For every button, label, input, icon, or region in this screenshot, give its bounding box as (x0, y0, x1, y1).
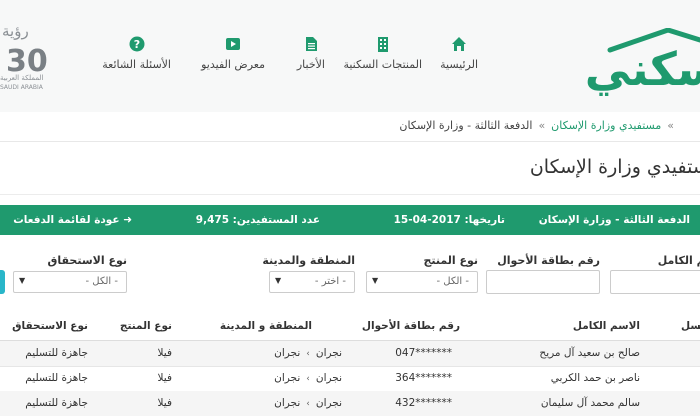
batch-info-bar: الدفعة الثالثة - وزارة الإسكان تاريخها: … (0, 205, 700, 235)
chevron-left-icon: › (306, 349, 310, 359)
column-header-name: الاسم الكامل (572, 320, 640, 332)
cell-name: صالح بن سعيد آل مريح (539, 347, 640, 359)
cell-region-city: نجران › نجران (274, 347, 342, 359)
site-header: سكني الرئيسية المنتجات السكنية الأخبار (0, 0, 700, 112)
batch-name: الدفعة الثالثة - وزارة الإسكان (538, 214, 690, 226)
cell-region-city: نجران › نجران (274, 397, 342, 409)
cell-id: 047******* (395, 347, 452, 359)
cell-eligibility: جاهزة للتسليم (25, 397, 88, 409)
nav-home-label: الرئيسية (440, 58, 478, 71)
cell-region: نجران (315, 372, 342, 384)
region-filter-label: المنطقة والمدينة (262, 254, 355, 267)
nav-news[interactable]: الأخبار (297, 36, 325, 71)
cell-region: نجران (315, 397, 342, 409)
eligibility-filter-label: نوع الاستحقاق (47, 254, 127, 267)
cell-region-city: نجران › نجران (274, 372, 342, 384)
nav-faq[interactable]: ? الأسئلة الشائعة (102, 36, 171, 71)
nav-housing-products[interactable]: المنتجات السكنية (343, 36, 422, 71)
nav-housing-products-label: المنتجات السكنية (343, 58, 422, 71)
title-divider (0, 194, 700, 195)
breadcrumb-beneficiaries-link[interactable]: مستفيدي وزارة الإسكان (551, 119, 661, 132)
batch-date: تاريخها: 2017-04-15 (393, 214, 505, 226)
breadcrumb-separator: » (538, 119, 546, 132)
id-filter-label: رقم بطاقة الأحوال (497, 254, 600, 267)
cell-city: نجران (274, 397, 301, 409)
region-filter-value: - اختر - (314, 276, 346, 287)
chevron-down-icon: ▼ (275, 276, 282, 285)
cell-eligibility: جاهزة للتسليم (25, 372, 88, 384)
chevron-left-icon: › (306, 374, 310, 384)
breadcrumb-bar: » مستفيدي وزارة الإسكان » الدفعة الثالثة - … (0, 112, 700, 142)
cell-region: نجران (315, 347, 342, 359)
column-header-product: نوع المنتج (119, 320, 172, 332)
cell-product: فيلا (157, 347, 172, 359)
vision-saudi-text: SAUDI ARABIA (0, 84, 43, 91)
cell-name: ناصر بن حمد الكربي (550, 372, 640, 384)
play-icon (226, 38, 241, 50)
product-filter-select[interactable]: - الكل - ▼ (366, 271, 478, 293)
region-filter-select[interactable]: - اختر - ▼ (269, 271, 355, 293)
cell-id: 364******* (395, 372, 452, 384)
table-row[interactable]: صالح بن سعيد آل مريح 047******* نجران›نج… (0, 341, 700, 366)
product-filter-value: - الكل - (436, 276, 470, 287)
logo-text: سكني (584, 42, 700, 96)
chevron-down-icon: ▼ (19, 276, 26, 285)
nav-home[interactable]: الرئيسية (440, 36, 478, 71)
cell-id: 432******* (395, 397, 452, 409)
column-header-region: المنطقة و المدينة (219, 320, 312, 332)
beneficiaries-count: عدد المستفيدين: 9,475 (195, 214, 320, 226)
nav-video-gallery-label: معرض الفيديو (201, 58, 265, 71)
table-row[interactable]: ناصر بن حمد الكربي 364******* نجران›نجرا… (0, 366, 700, 391)
chevron-down-icon: ▼ (372, 276, 379, 285)
question-icon: ? (129, 36, 145, 52)
nav-faq-label: الأسئلة الشائعة (102, 58, 171, 71)
svg-text:?: ? (133, 38, 139, 51)
breadcrumb-current: الدفعة الثالثة - وزارة الإسكان (399, 119, 533, 132)
cell-city: نجران (274, 372, 301, 384)
chevron-left-icon: › (306, 399, 310, 409)
nav-video-gallery[interactable]: معرض الفيديو (201, 36, 265, 71)
column-header-id: رقم بطاقة الأحوال (361, 320, 460, 332)
nav-news-label: الأخبار (296, 58, 325, 71)
search-button[interactable] (0, 270, 5, 294)
name-filter-input[interactable] (610, 270, 700, 294)
document-icon (305, 37, 317, 51)
back-to-batches-link[interactable]: ➜ عودة لقائمة الدفعات (13, 214, 132, 226)
cell-product: فيلا (157, 372, 172, 384)
eligibility-filter-select[interactable]: - الكل - ▼ (13, 271, 127, 293)
home-icon (452, 37, 467, 51)
id-filter-input[interactable] (486, 270, 600, 294)
building-icon (377, 37, 388, 52)
page-title: مستفيدي وزارة الإسكان (529, 156, 700, 178)
vision-kingdom-text: المملكة العربية (0, 74, 44, 82)
breadcrumb-separator: » (667, 119, 674, 132)
vision-arabic-text: رؤية (2, 22, 29, 40)
name-filter-label: الاسم الكامل (657, 254, 700, 267)
vision-2030-logo: رؤية 30 المملكة العربية SAUDI ARABIA (0, 14, 86, 91)
sakani-logo[interactable]: سكني (550, 28, 700, 98)
breadcrumb: » مستفيدي وزارة الإسكان » الدفعة الثالثة - … (399, 119, 680, 132)
cell-city: نجران (274, 347, 301, 359)
product-filter-label: نوع المنتج (423, 254, 478, 267)
column-header-eligibility: نوع الاستحقاق (12, 320, 88, 332)
cell-product: فيلا (157, 397, 172, 409)
table-row[interactable]: سالم محمد آل سليمان 432******* نجران›نجر… (0, 391, 700, 416)
eligibility-filter-value: - الكل - (85, 276, 119, 287)
cell-name: سالم محمد آل سليمان (540, 397, 640, 409)
column-header-seq: تسلسل (681, 320, 700, 332)
cell-eligibility: جاهزة للتسليم (25, 347, 88, 359)
